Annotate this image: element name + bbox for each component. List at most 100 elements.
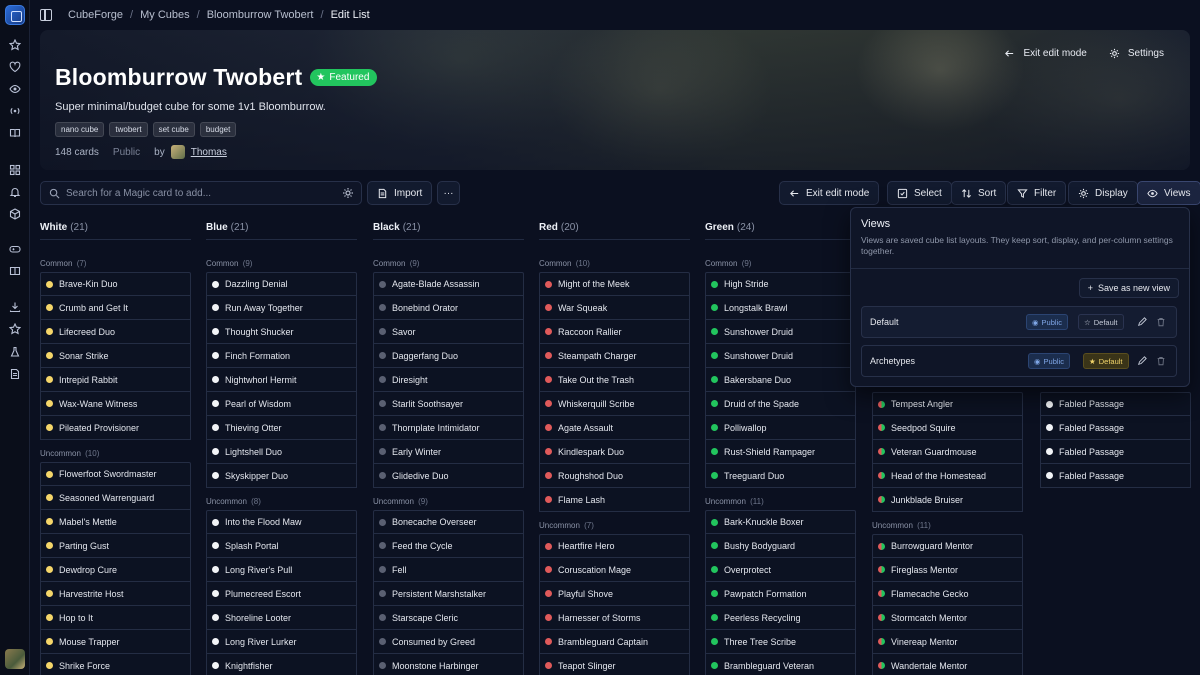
- column-header[interactable]: Blue (21): [206, 222, 357, 240]
- flask-icon[interactable]: [8, 345, 22, 359]
- trash-icon[interactable]: [1156, 356, 1166, 366]
- card-row[interactable]: Bakersbane Duo: [705, 368, 856, 392]
- card-row[interactable]: Brambleguard Captain: [539, 630, 690, 654]
- card-row[interactable]: Flowerfoot Swordmaster: [40, 462, 191, 486]
- card-row[interactable]: Long River Lurker: [206, 630, 357, 654]
- breadcrumb-home[interactable]: CubeForge: [68, 9, 123, 21]
- card-row[interactable]: Bark-Knuckle Boxer: [705, 510, 856, 534]
- card-row[interactable]: Thought Shucker: [206, 320, 357, 344]
- more-options-button[interactable]: ···: [437, 181, 460, 205]
- card-row[interactable]: Fabled Passage: [1040, 440, 1191, 464]
- card-row[interactable]: Heartfire Hero: [539, 534, 690, 558]
- card-row[interactable]: Agate-Blade Assassin: [373, 272, 524, 296]
- user-avatar[interactable]: [5, 649, 25, 669]
- card-row[interactable]: Brave-Kin Duo: [40, 272, 191, 296]
- card-row[interactable]: Fabled Passage: [1040, 416, 1191, 440]
- card-row[interactable]: Treeguard Duo: [705, 464, 856, 488]
- card-row[interactable]: Early Winter: [373, 440, 524, 464]
- card-row[interactable]: Parting Gust: [40, 534, 191, 558]
- card-row[interactable]: Feed the Cycle: [373, 534, 524, 558]
- card-row[interactable]: Rust-Shield Rampager: [705, 440, 856, 464]
- card-row[interactable]: Glidedive Duo: [373, 464, 524, 488]
- breadcrumb-cube[interactable]: Bloomburrow Twobert: [207, 9, 314, 21]
- bell-icon[interactable]: [8, 185, 22, 199]
- card-row[interactable]: Fell: [373, 558, 524, 582]
- card-row[interactable]: Playful Shove: [539, 582, 690, 606]
- card-row[interactable]: Fabled Passage: [1040, 464, 1191, 488]
- card-row[interactable]: Flamecache Gecko: [872, 582, 1023, 606]
- column-header[interactable]: Green (24): [705, 222, 856, 240]
- save-new-view-button[interactable]: + Save as new view: [1078, 278, 1179, 298]
- card-row[interactable]: Diresight: [373, 368, 524, 392]
- card-row[interactable]: Longstalk Brawl: [705, 296, 856, 320]
- card-row[interactable]: Moonstone Harbinger: [373, 654, 524, 675]
- card-row[interactable]: Fireglass Mentor: [872, 558, 1023, 582]
- column-header[interactable]: Red (20): [539, 222, 690, 240]
- card-row[interactable]: Finch Formation: [206, 344, 357, 368]
- open-book-icon[interactable]: [8, 264, 22, 278]
- gamepad-icon[interactable]: [8, 242, 22, 256]
- tag[interactable]: twobert: [109, 122, 148, 137]
- card-row[interactable]: Druid of the Spade: [705, 392, 856, 416]
- document-icon[interactable]: [8, 367, 22, 381]
- card-row[interactable]: Brambleguard Veteran: [705, 654, 856, 675]
- card-row[interactable]: Dazzling Denial: [206, 272, 357, 296]
- download-icon[interactable]: [8, 300, 22, 314]
- card-row[interactable]: Dewdrop Cure: [40, 558, 191, 582]
- card-row[interactable]: Savor: [373, 320, 524, 344]
- column-header[interactable]: White (21): [40, 222, 191, 240]
- card-row[interactable]: Lightshell Duo: [206, 440, 357, 464]
- card-row[interactable]: Sunshower Druid: [705, 320, 856, 344]
- card-row[interactable]: Steampath Charger: [539, 344, 690, 368]
- card-row[interactable]: Pawpatch Formation: [705, 582, 856, 606]
- sidebar-toggle-icon[interactable]: [40, 9, 52, 21]
- card-row[interactable]: War Squeak: [539, 296, 690, 320]
- card-row[interactable]: Starlit Soothsayer: [373, 392, 524, 416]
- view-row[interactable]: Archetypes ◉ Public ★ Default: [861, 345, 1177, 377]
- card-row[interactable]: Roughshod Duo: [539, 464, 690, 488]
- card-row[interactable]: Mabel's Mettle: [40, 510, 191, 534]
- set-default-button[interactable]: ★ Default: [1083, 353, 1129, 369]
- card-row[interactable]: Pileated Provisioner: [40, 416, 191, 440]
- card-row[interactable]: Peerless Recycling: [705, 606, 856, 630]
- tag[interactable]: set cube: [152, 122, 195, 137]
- card-row[interactable]: Long River's Pull: [206, 558, 357, 582]
- card-row[interactable]: Consumed by Greed: [373, 630, 524, 654]
- card-row[interactable]: Wandertale Mentor: [872, 654, 1023, 675]
- card-row[interactable]: Into the Flood Maw: [206, 510, 357, 534]
- card-row[interactable]: Lifecreed Duo: [40, 320, 191, 344]
- card-row[interactable]: Kindlespark Duo: [539, 440, 690, 464]
- heart-icon[interactable]: [8, 60, 22, 74]
- exit-edit-mode-button[interactable]: Exit edit mode: [779, 181, 880, 205]
- view-row[interactable]: Default ◉ Public ☆ Default: [861, 306, 1177, 338]
- card-row[interactable]: Sonar Strike: [40, 344, 191, 368]
- card-row[interactable]: Whiskerquill Scribe: [539, 392, 690, 416]
- card-row[interactable]: Head of the Homestead: [872, 464, 1023, 488]
- views-button[interactable]: Views: [1137, 181, 1200, 205]
- card-row[interactable]: Agate Assault: [539, 416, 690, 440]
- card-row[interactable]: Flame Lash: [539, 488, 690, 512]
- banner-exit-edit-button[interactable]: Exit edit mode: [1000, 48, 1090, 59]
- breadcrumb-my-cubes[interactable]: My Cubes: [140, 9, 190, 21]
- card-row[interactable]: Persistent Marshstalker: [373, 582, 524, 606]
- star-outline-icon[interactable]: [8, 322, 22, 336]
- card-row[interactable]: Tempest Angler: [872, 392, 1023, 416]
- card-row[interactable]: High Stride: [705, 272, 856, 296]
- owner-link[interactable]: Thomas: [191, 147, 227, 158]
- eye-icon[interactable]: [8, 82, 22, 96]
- card-row[interactable]: Daggerfang Duo: [373, 344, 524, 368]
- card-row[interactable]: Junkblade Bruiser: [872, 488, 1023, 512]
- card-row[interactable]: Run Away Together: [206, 296, 357, 320]
- card-row[interactable]: Sunshower Druid: [705, 344, 856, 368]
- search-settings-icon[interactable]: [342, 187, 354, 199]
- card-row[interactable]: Intrepid Rabbit: [40, 368, 191, 392]
- card-row[interactable]: Thieving Otter: [206, 416, 357, 440]
- card-row[interactable]: Skyskipper Duo: [206, 464, 357, 488]
- card-search-input[interactable]: [66, 187, 336, 199]
- card-row[interactable]: Wax-Wane Witness: [40, 392, 191, 416]
- card-row[interactable]: Bonebind Orator: [373, 296, 524, 320]
- sort-button[interactable]: Sort: [951, 181, 1007, 205]
- public-toggle[interactable]: ◉ Public: [1028, 353, 1070, 369]
- card-row[interactable]: Harnesser of Storms: [539, 606, 690, 630]
- card-row[interactable]: Seasoned Warrenguard: [40, 486, 191, 510]
